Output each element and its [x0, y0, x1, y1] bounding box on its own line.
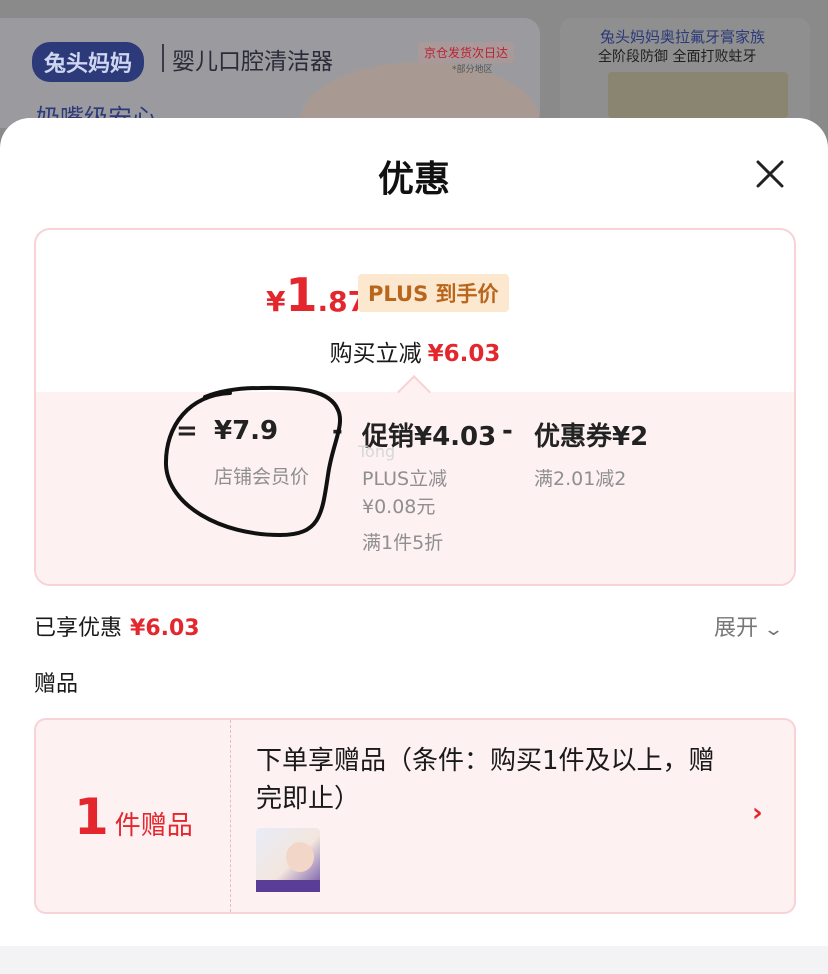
enjoyed-discount: 已享优惠 ¥6.03	[34, 610, 200, 642]
gift-product-thumbnail[interactable]	[256, 828, 320, 892]
member-price-label: 店铺会员价	[214, 466, 310, 488]
chevron-down-icon: ⌄	[762, 619, 785, 640]
gift-description: 下单享赠品（条件：购买1件及以上，赠完即止）	[256, 746, 715, 814]
thumbnail-price-strip	[256, 880, 320, 892]
discount-sheet: 优惠 ¥1.87 PLUS 到手价 购买立减 ¥6.03 = ¥7.9 店铺会员价…	[0, 118, 828, 974]
thumbnail-baby-face	[286, 842, 314, 872]
final-price-integer: 1	[285, 268, 318, 322]
reduction-label: 购买立减	[329, 341, 422, 367]
reduction-amount: ¥6.03	[427, 341, 501, 367]
final-price-currency: ¥	[266, 285, 286, 318]
gift-count: 1 件赠品	[74, 788, 193, 846]
close-button[interactable]	[748, 152, 792, 196]
price-breakdown-card: ¥1.87 PLUS 到手价 购买立减 ¥6.03 = ¥7.9 店铺会员价 - …	[34, 228, 796, 586]
gift-count-label: 件赠品	[114, 811, 193, 841]
sheet-title: 优惠	[377, 159, 450, 200]
enjoyed-label: 已享优惠	[34, 616, 123, 641]
side-ad-title: 兔头妈妈奥拉氟牙膏家族	[600, 28, 766, 46]
banner-product-name: 婴儿口腔清洁器	[172, 49, 333, 75]
gift-card[interactable]: 1 件赠品 下单享赠品（条件：购买1件及以上，赠完即止） ›	[34, 718, 796, 914]
enjoyed-amount: ¥6.03	[130, 616, 200, 641]
final-price: ¥1.87	[266, 268, 367, 322]
plus-price-badge: PLUS 到手价	[358, 274, 509, 312]
chevron-right-icon[interactable]: ›	[752, 798, 763, 828]
brand-logo: 兔头妈妈	[32, 42, 145, 82]
minus-sign: -	[502, 416, 513, 446]
side-ad-subtitle: 全阶段防御 全面打败蛀牙	[598, 49, 757, 65]
instant-reduction: 购买立减 ¥6.03	[36, 334, 794, 368]
side-ad-product-image	[608, 72, 788, 118]
gift-card-divider	[230, 720, 231, 912]
minus-sign: -	[332, 416, 343, 446]
equals-sign: =	[176, 416, 198, 446]
promo-detail-plus: PLUS立减	[362, 468, 448, 490]
expand-label: 展开	[714, 616, 759, 641]
banner-divider	[162, 44, 164, 72]
coupon-detail: 满2.01减2	[534, 468, 627, 490]
member-price: ¥7.9	[214, 416, 279, 446]
sheet-bottom-strip	[0, 946, 828, 974]
promo-detail-half-off: 满1件5折	[362, 532, 444, 554]
close-icon	[756, 160, 784, 188]
watermark: Tong	[358, 442, 396, 461]
promo-detail-amount: ¥0.08元	[362, 496, 436, 518]
expand-button[interactable]: 展开 ⌄	[714, 610, 785, 642]
gift-count-number: 1	[74, 788, 109, 846]
gifts-section-label: 赠品	[34, 672, 79, 697]
shipping-tag: 京仓发货次日达	[418, 42, 515, 63]
shipping-tag-note: *部分地区	[452, 65, 493, 75]
coupon-discount: 优惠券¥2	[534, 422, 649, 452]
